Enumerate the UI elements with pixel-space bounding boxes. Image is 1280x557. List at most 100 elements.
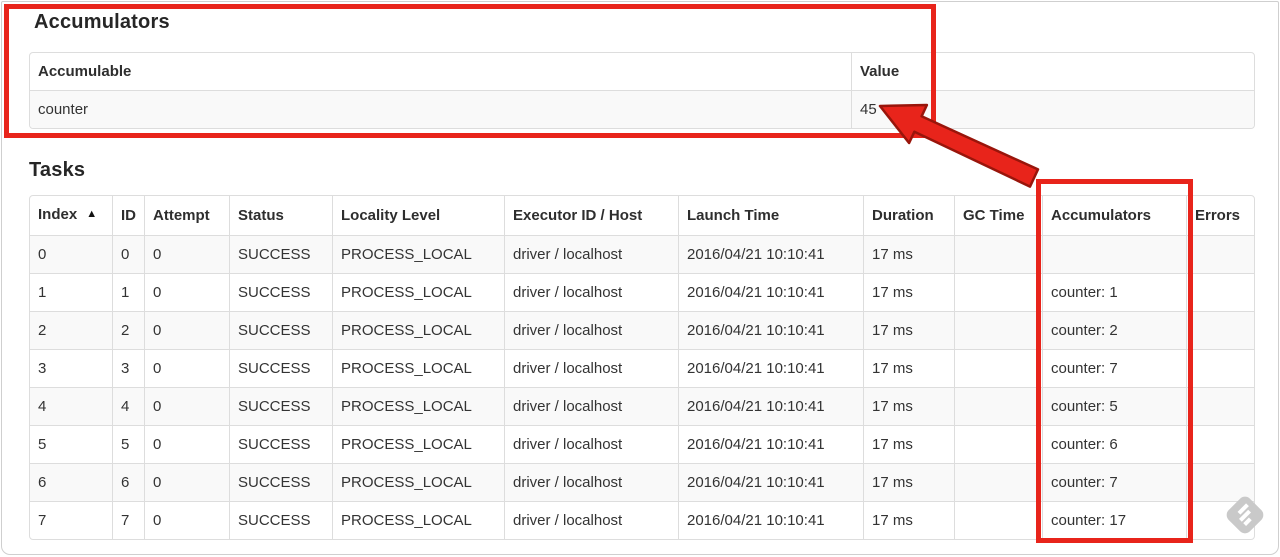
cell-launch-time: 2016/04/21 10:10:41 <box>678 501 863 539</box>
cell-gc-time <box>954 235 1042 273</box>
cell-executor-id-host: driver / localhost <box>504 425 678 463</box>
cell-gc-time <box>954 425 1042 463</box>
col-header-index[interactable]: Index ▲ <box>30 196 112 235</box>
cell-locality-level: PROCESS_LOCAL <box>332 349 504 387</box>
cell-launch-time: 2016/04/21 10:10:41 <box>678 273 863 311</box>
cell-gc-time <box>954 387 1042 425</box>
cell-status: SUCCESS <box>229 463 332 501</box>
table-row: 1 1 0 SUCCESS PROCESS_LOCAL driver / loc… <box>30 273 1254 311</box>
accumulators-table: Accumulable Value counter 45 <box>29 52 1255 129</box>
cell-executor-id-host: driver / localhost <box>504 501 678 539</box>
col-header-executor-id-host[interactable]: Executor ID / Host <box>504 196 678 235</box>
cell-accumulators: counter: 7 <box>1042 349 1186 387</box>
cell-gc-time <box>954 501 1042 539</box>
accumulators-table-body: counter 45 <box>30 90 1254 128</box>
cell-duration: 17 ms <box>863 235 954 273</box>
cell-executor-id-host: driver / localhost <box>504 311 678 349</box>
cell-index: 3 <box>30 349 112 387</box>
cell-id: 5 <box>112 425 144 463</box>
cell-duration: 17 ms <box>863 463 954 501</box>
cell-launch-time: 2016/04/21 10:10:41 <box>678 235 863 273</box>
cell-duration: 17 ms <box>863 387 954 425</box>
cell-attempt: 0 <box>144 425 229 463</box>
cell-value: 45 <box>851 90 1254 128</box>
col-header-index-label: Index <box>38 206 78 223</box>
col-header-value: Value <box>851 53 1254 90</box>
table-row: 6 6 0 SUCCESS PROCESS_LOCAL driver / loc… <box>30 463 1254 501</box>
table-row: 0 0 0 SUCCESS PROCESS_LOCAL driver / loc… <box>30 235 1254 273</box>
sort-ascending-icon: ▲ <box>86 208 98 220</box>
cell-id: 3 <box>112 349 144 387</box>
cell-index: 2 <box>30 311 112 349</box>
cell-index: 5 <box>30 425 112 463</box>
cell-accumulators: counter: 6 <box>1042 425 1186 463</box>
col-header-accumulable: Accumulable <box>38 63 132 80</box>
cell-locality-level: PROCESS_LOCAL <box>332 235 504 273</box>
cell-duration: 17 ms <box>863 273 954 311</box>
cell-gc-time <box>954 349 1042 387</box>
cell-accumulable: counter <box>30 90 851 128</box>
cell-launch-time: 2016/04/21 10:10:41 <box>678 425 863 463</box>
cell-attempt: 0 <box>144 387 229 425</box>
col-header-status[interactable]: Status <box>229 196 332 235</box>
cell-executor-id-host: driver / localhost <box>504 463 678 501</box>
accumulators-table-header: Accumulable Value <box>30 53 1254 90</box>
cell-index: 6 <box>30 463 112 501</box>
spark-ui-page: Accumulators Accumulable Value counter 4… <box>1 1 1279 555</box>
cell-status: SUCCESS <box>229 273 332 311</box>
tasks-section-title: Tasks <box>29 159 86 181</box>
cell-index: 0 <box>30 235 112 273</box>
cell-locality-level: PROCESS_LOCAL <box>332 273 504 311</box>
cell-launch-time: 2016/04/21 10:10:41 <box>678 349 863 387</box>
cell-locality-level: PROCESS_LOCAL <box>332 463 504 501</box>
col-header-accumulators[interactable]: Accumulators <box>1042 196 1186 235</box>
cell-attempt: 0 <box>144 311 229 349</box>
cell-errors <box>1186 235 1254 273</box>
cell-status: SUCCESS <box>229 235 332 273</box>
cell-duration: 17 ms <box>863 349 954 387</box>
cell-locality-level: PROCESS_LOCAL <box>332 311 504 349</box>
cell-duration: 17 ms <box>863 425 954 463</box>
col-header-id[interactable]: ID <box>112 196 144 235</box>
cell-locality-level: PROCESS_LOCAL <box>332 501 504 539</box>
cell-attempt: 0 <box>144 463 229 501</box>
col-header-errors[interactable]: Errors <box>1186 196 1254 235</box>
cell-executor-id-host: driver / localhost <box>504 349 678 387</box>
cell-accumulators: counter: 2 <box>1042 311 1186 349</box>
table-row: 7 7 0 SUCCESS PROCESS_LOCAL driver / loc… <box>30 501 1254 539</box>
cell-errors <box>1186 273 1254 311</box>
cell-index: 4 <box>30 387 112 425</box>
cell-status: SUCCESS <box>229 311 332 349</box>
cell-id: 7 <box>112 501 144 539</box>
cell-attempt: 0 <box>144 273 229 311</box>
cell-attempt: 0 <box>144 349 229 387</box>
cell-errors <box>1186 387 1254 425</box>
cell-attempt: 0 <box>144 501 229 539</box>
cell-id: 1 <box>112 273 144 311</box>
cell-errors <box>1186 425 1254 463</box>
cell-errors <box>1186 501 1254 539</box>
cell-executor-id-host: driver / localhost <box>504 273 678 311</box>
table-row: 3 3 0 SUCCESS PROCESS_LOCAL driver / loc… <box>30 349 1254 387</box>
cell-id: 6 <box>112 463 144 501</box>
cell-accumulators: counter: 17 <box>1042 501 1186 539</box>
col-header-locality-level[interactable]: Locality Level <box>332 196 504 235</box>
col-header-duration[interactable]: Duration <box>863 196 954 235</box>
accumulators-section-title: Accumulators <box>34 11 170 33</box>
cell-duration: 17 ms <box>863 501 954 539</box>
cell-errors <box>1186 463 1254 501</box>
cell-status: SUCCESS <box>229 387 332 425</box>
tasks-table: Index ▲ ID Attempt Status Locality Level … <box>29 195 1255 540</box>
table-row: 5 5 0 SUCCESS PROCESS_LOCAL driver / loc… <box>30 425 1254 463</box>
cell-gc-time <box>954 311 1042 349</box>
col-header-attempt[interactable]: Attempt <box>144 196 229 235</box>
tasks-table-header: Index ▲ ID Attempt Status Locality Level … <box>30 196 1254 235</box>
col-header-launch-time[interactable]: Launch Time <box>678 196 863 235</box>
cell-gc-time <box>954 463 1042 501</box>
cell-duration: 17 ms <box>863 311 954 349</box>
table-row: 4 4 0 SUCCESS PROCESS_LOCAL driver / loc… <box>30 387 1254 425</box>
cell-accumulators: counter: 7 <box>1042 463 1186 501</box>
tasks-table-body: 0 0 0 SUCCESS PROCESS_LOCAL driver / loc… <box>30 235 1254 539</box>
col-header-gc-time[interactable]: GC Time <box>954 196 1042 235</box>
cell-launch-time: 2016/04/21 10:10:41 <box>678 463 863 501</box>
